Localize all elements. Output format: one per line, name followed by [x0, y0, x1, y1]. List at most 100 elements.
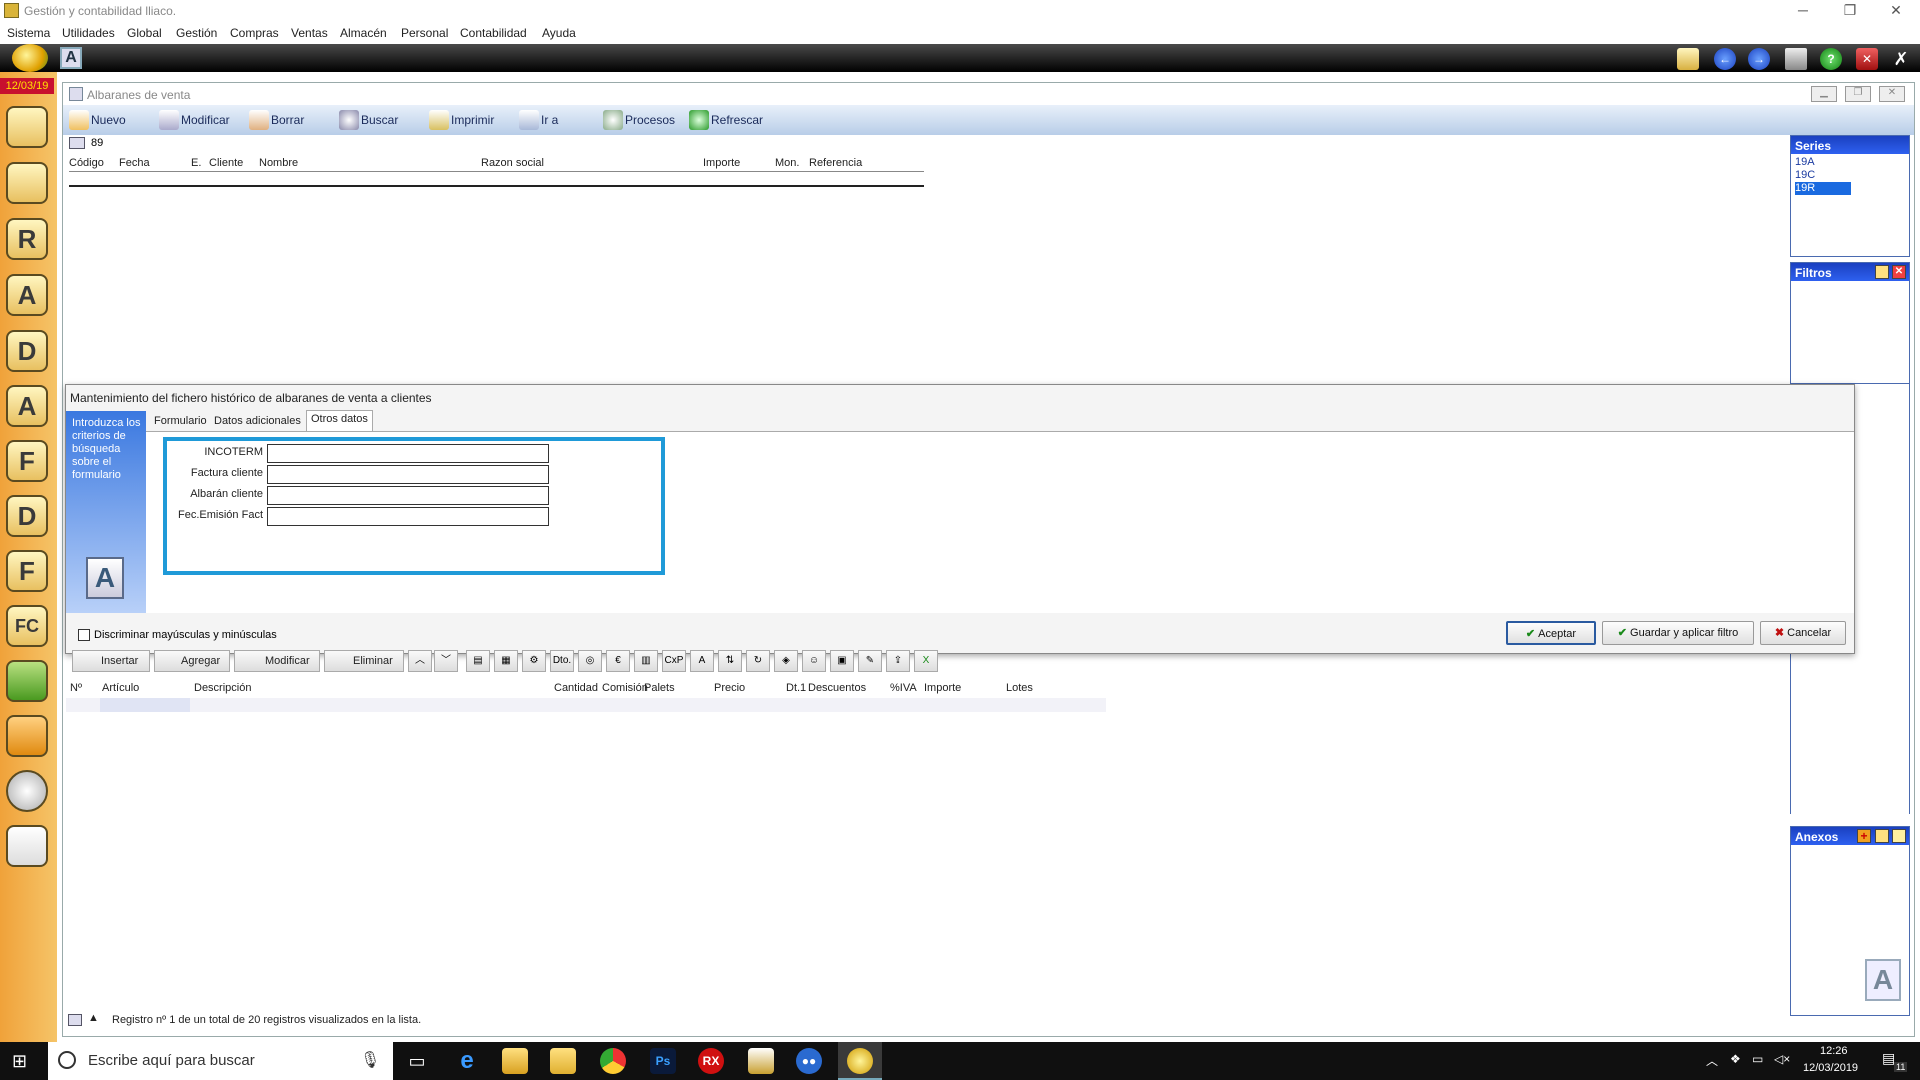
series-item-19r[interactable]: 19R — [1795, 182, 1851, 195]
nuevo-button[interactable]: Nuevo — [69, 110, 126, 131]
fec-emision-input[interactable] — [267, 507, 549, 526]
procesos-button[interactable]: Procesos — [603, 110, 675, 131]
flickr-icon[interactable]: ●● — [796, 1048, 822, 1074]
col-cantidad[interactable]: Cantidad — [554, 682, 598, 694]
minimize-button[interactable]: ─ — [1783, 2, 1823, 20]
anexo-add-icon[interactable]: + — [1857, 829, 1871, 843]
letter-a-icon[interactable]: A — [6, 385, 48, 427]
photoshop-icon[interactable]: Ps — [650, 1048, 676, 1074]
col-palets[interactable]: Palets — [644, 682, 675, 694]
col-num[interactable]: Nº — [70, 682, 82, 694]
col-articulo[interactable]: Artículo — [102, 682, 139, 694]
win-minimize-button[interactable]: ▁ — [1811, 86, 1837, 102]
scroll-up-icon[interactable]: ▲ — [88, 1012, 99, 1024]
modificar-button[interactable]: Modificar — [159, 110, 230, 131]
menu-gestion[interactable]: Gestión — [176, 26, 217, 40]
user-r-icon[interactable]: R — [6, 218, 48, 260]
tab-formulario[interactable]: Formulario — [150, 413, 211, 431]
restore-button[interactable]: ❐ — [1830, 2, 1870, 20]
dropbox-icon[interactable]: ❖ — [1730, 1052, 1741, 1066]
edge-icon[interactable]: e — [454, 1048, 480, 1074]
buscar-button[interactable]: Buscar — [339, 110, 398, 131]
letter-f2-icon[interactable]: F — [6, 550, 48, 592]
euro-icon[interactable]: € — [606, 650, 630, 672]
app-taskbar-icon[interactable] — [748, 1048, 774, 1074]
taskbar-search[interactable]: Escribe aquí para buscar 🎙 — [48, 1042, 393, 1080]
menu-global[interactable]: Global — [127, 26, 162, 40]
col-cliente[interactable]: Cliente — [209, 157, 243, 169]
forward-icon[interactable]: → — [1748, 48, 1770, 70]
menu-almacen[interactable]: Almacén — [340, 26, 387, 40]
col-descuentos[interactable]: Descuentos — [808, 682, 866, 694]
help-icon[interactable]: ? — [1820, 48, 1842, 70]
win-restore-button[interactable]: ❐ — [1845, 86, 1871, 102]
col-importe-linea[interactable]: Importe — [924, 682, 961, 694]
sort-icon[interactable]: ⇅ — [718, 650, 742, 672]
cxp-button[interactable]: CxP — [662, 650, 686, 672]
series-item-19c[interactable]: 19C — [1795, 169, 1905, 182]
menu-ventas[interactable]: Ventas — [291, 26, 328, 40]
user-icon[interactable] — [6, 162, 48, 204]
win-close-button[interactable]: ✕ — [1879, 86, 1905, 102]
export-icon[interactable]: ⇪ — [886, 650, 910, 672]
active-app-slot[interactable] — [838, 1042, 882, 1080]
eliminar-button[interactable]: Eliminar — [324, 650, 404, 672]
col-estado[interactable]: E. — [191, 157, 201, 169]
detail-row[interactable] — [66, 698, 1106, 712]
font-icon[interactable]: A — [690, 650, 714, 672]
imprimir-button[interactable]: Imprimir — [429, 110, 494, 131]
letter-fc-icon[interactable]: FC — [6, 605, 48, 647]
settings-icon[interactable]: ⚙ — [522, 650, 546, 672]
app-a-icon[interactable]: A — [60, 47, 82, 69]
series-item-19a[interactable]: 19A — [1795, 156, 1905, 169]
case-sensitive-checkbox[interactable] — [78, 629, 90, 641]
menu-contabilidad[interactable]: Contabilidad — [460, 26, 527, 40]
incoterm-input[interactable] — [267, 444, 549, 463]
clock-time[interactable]: 12:26 — [1820, 1045, 1848, 1057]
close-button[interactable]: ✕ — [1876, 2, 1916, 20]
col-importe[interactable]: Importe — [703, 157, 740, 169]
note-icon[interactable]: ✎ — [858, 650, 882, 672]
cancelar-button[interactable]: ✖ Cancelar — [1760, 621, 1846, 645]
box-green-icon[interactable] — [6, 660, 48, 702]
letter-d2-icon[interactable]: D — [6, 495, 48, 537]
aceptar-button[interactable]: ✔ Aceptar — [1506, 621, 1596, 645]
move-up-icon[interactable]: ︿ — [408, 650, 432, 672]
menu-compras[interactable]: Compras — [230, 26, 279, 40]
anexo-folder-icon[interactable] — [1892, 829, 1906, 843]
menu-sistema[interactable]: Sistema — [7, 26, 50, 40]
col-nombre[interactable]: Nombre — [259, 157, 298, 169]
network-icon[interactable]: ▭ — [1752, 1052, 1763, 1066]
letter-d-icon[interactable]: D — [6, 330, 48, 372]
col-referencia[interactable]: Referencia — [809, 157, 862, 169]
agregar-button[interactable]: Agregar — [154, 650, 230, 672]
back-icon[interactable]: ← — [1714, 48, 1736, 70]
mail-sidebar-icon[interactable] — [6, 825, 48, 867]
users-icon[interactable] — [6, 106, 48, 148]
chrome-icon[interactable] — [600, 1048, 626, 1074]
dto-button[interactable]: Dto. — [550, 650, 574, 672]
detail-cell-articulo[interactable] — [100, 698, 190, 712]
col-comision[interactable]: Comisión — [602, 682, 648, 694]
col-iva[interactable]: %IVA — [890, 682, 917, 694]
col-fecha[interactable]: Fecha — [119, 157, 150, 169]
col-descripcion[interactable]: Descripción — [194, 682, 251, 694]
col-razon-social[interactable]: Razon social — [481, 157, 544, 169]
tray-up-icon[interactable]: ︿ — [1706, 1052, 1718, 1069]
exit-icon[interactable]: ✗ — [1890, 48, 1912, 70]
close-app-icon[interactable]: ✕ — [1856, 48, 1878, 70]
modificar-linea-button[interactable]: Modificar — [234, 650, 320, 672]
menu-utilidades[interactable]: Utilidades — [62, 26, 115, 40]
refresh-lines-icon[interactable]: ↻ — [746, 650, 770, 672]
volume-icon[interactable]: ◁× — [1774, 1052, 1790, 1066]
col-precio[interactable]: Precio — [714, 682, 745, 694]
filter-edit-icon[interactable] — [1875, 265, 1889, 279]
microphone-icon[interactable]: 🎙 — [360, 1050, 380, 1070]
menu-personal[interactable]: Personal — [401, 26, 448, 40]
box-orange-icon[interactable] — [6, 715, 48, 757]
bag-icon[interactable]: ◈ — [774, 650, 798, 672]
col-lotes[interactable]: Lotes — [1006, 682, 1033, 694]
start-icon[interactable]: ⊞ — [12, 1052, 30, 1070]
refrescar-button[interactable]: Refrescar — [689, 110, 763, 131]
guardar-aplicar-button[interactable]: ✔ Guardar y aplicar filtro — [1602, 621, 1754, 645]
